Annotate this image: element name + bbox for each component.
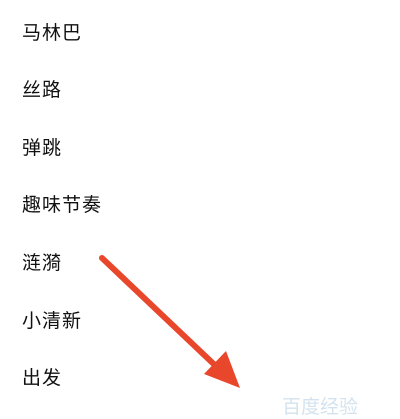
list-item-fresh[interactable]: 小清新 [0, 294, 400, 344]
list-item-label: 马林巴 [22, 21, 83, 44]
list-item-bounce[interactable]: 弹跳 [0, 121, 400, 171]
list-item-label: 出发 [22, 366, 63, 389]
list-item-label: 丝路 [22, 78, 63, 101]
list-item-silk-road[interactable]: 丝路 [0, 63, 400, 113]
list-item-ripple[interactable]: 涟漪 [0, 236, 400, 286]
list-item-label: 弹跳 [22, 136, 63, 159]
list-item-fun-rhythm[interactable]: 趣味节奏 [0, 178, 400, 228]
list-item-label: 涟漪 [22, 251, 63, 274]
sound-list: 马林巴 丝路 弹跳 趣味节奏 涟漪 小清新 出发 [0, 0, 400, 405]
list-item-label: 小清新 [22, 309, 83, 332]
watermark-text: 百度经验 [282, 396, 359, 418]
list-item-label: 趣味节奏 [22, 193, 103, 216]
list-item-marimba[interactable]: 马林巴 [0, 6, 400, 56]
